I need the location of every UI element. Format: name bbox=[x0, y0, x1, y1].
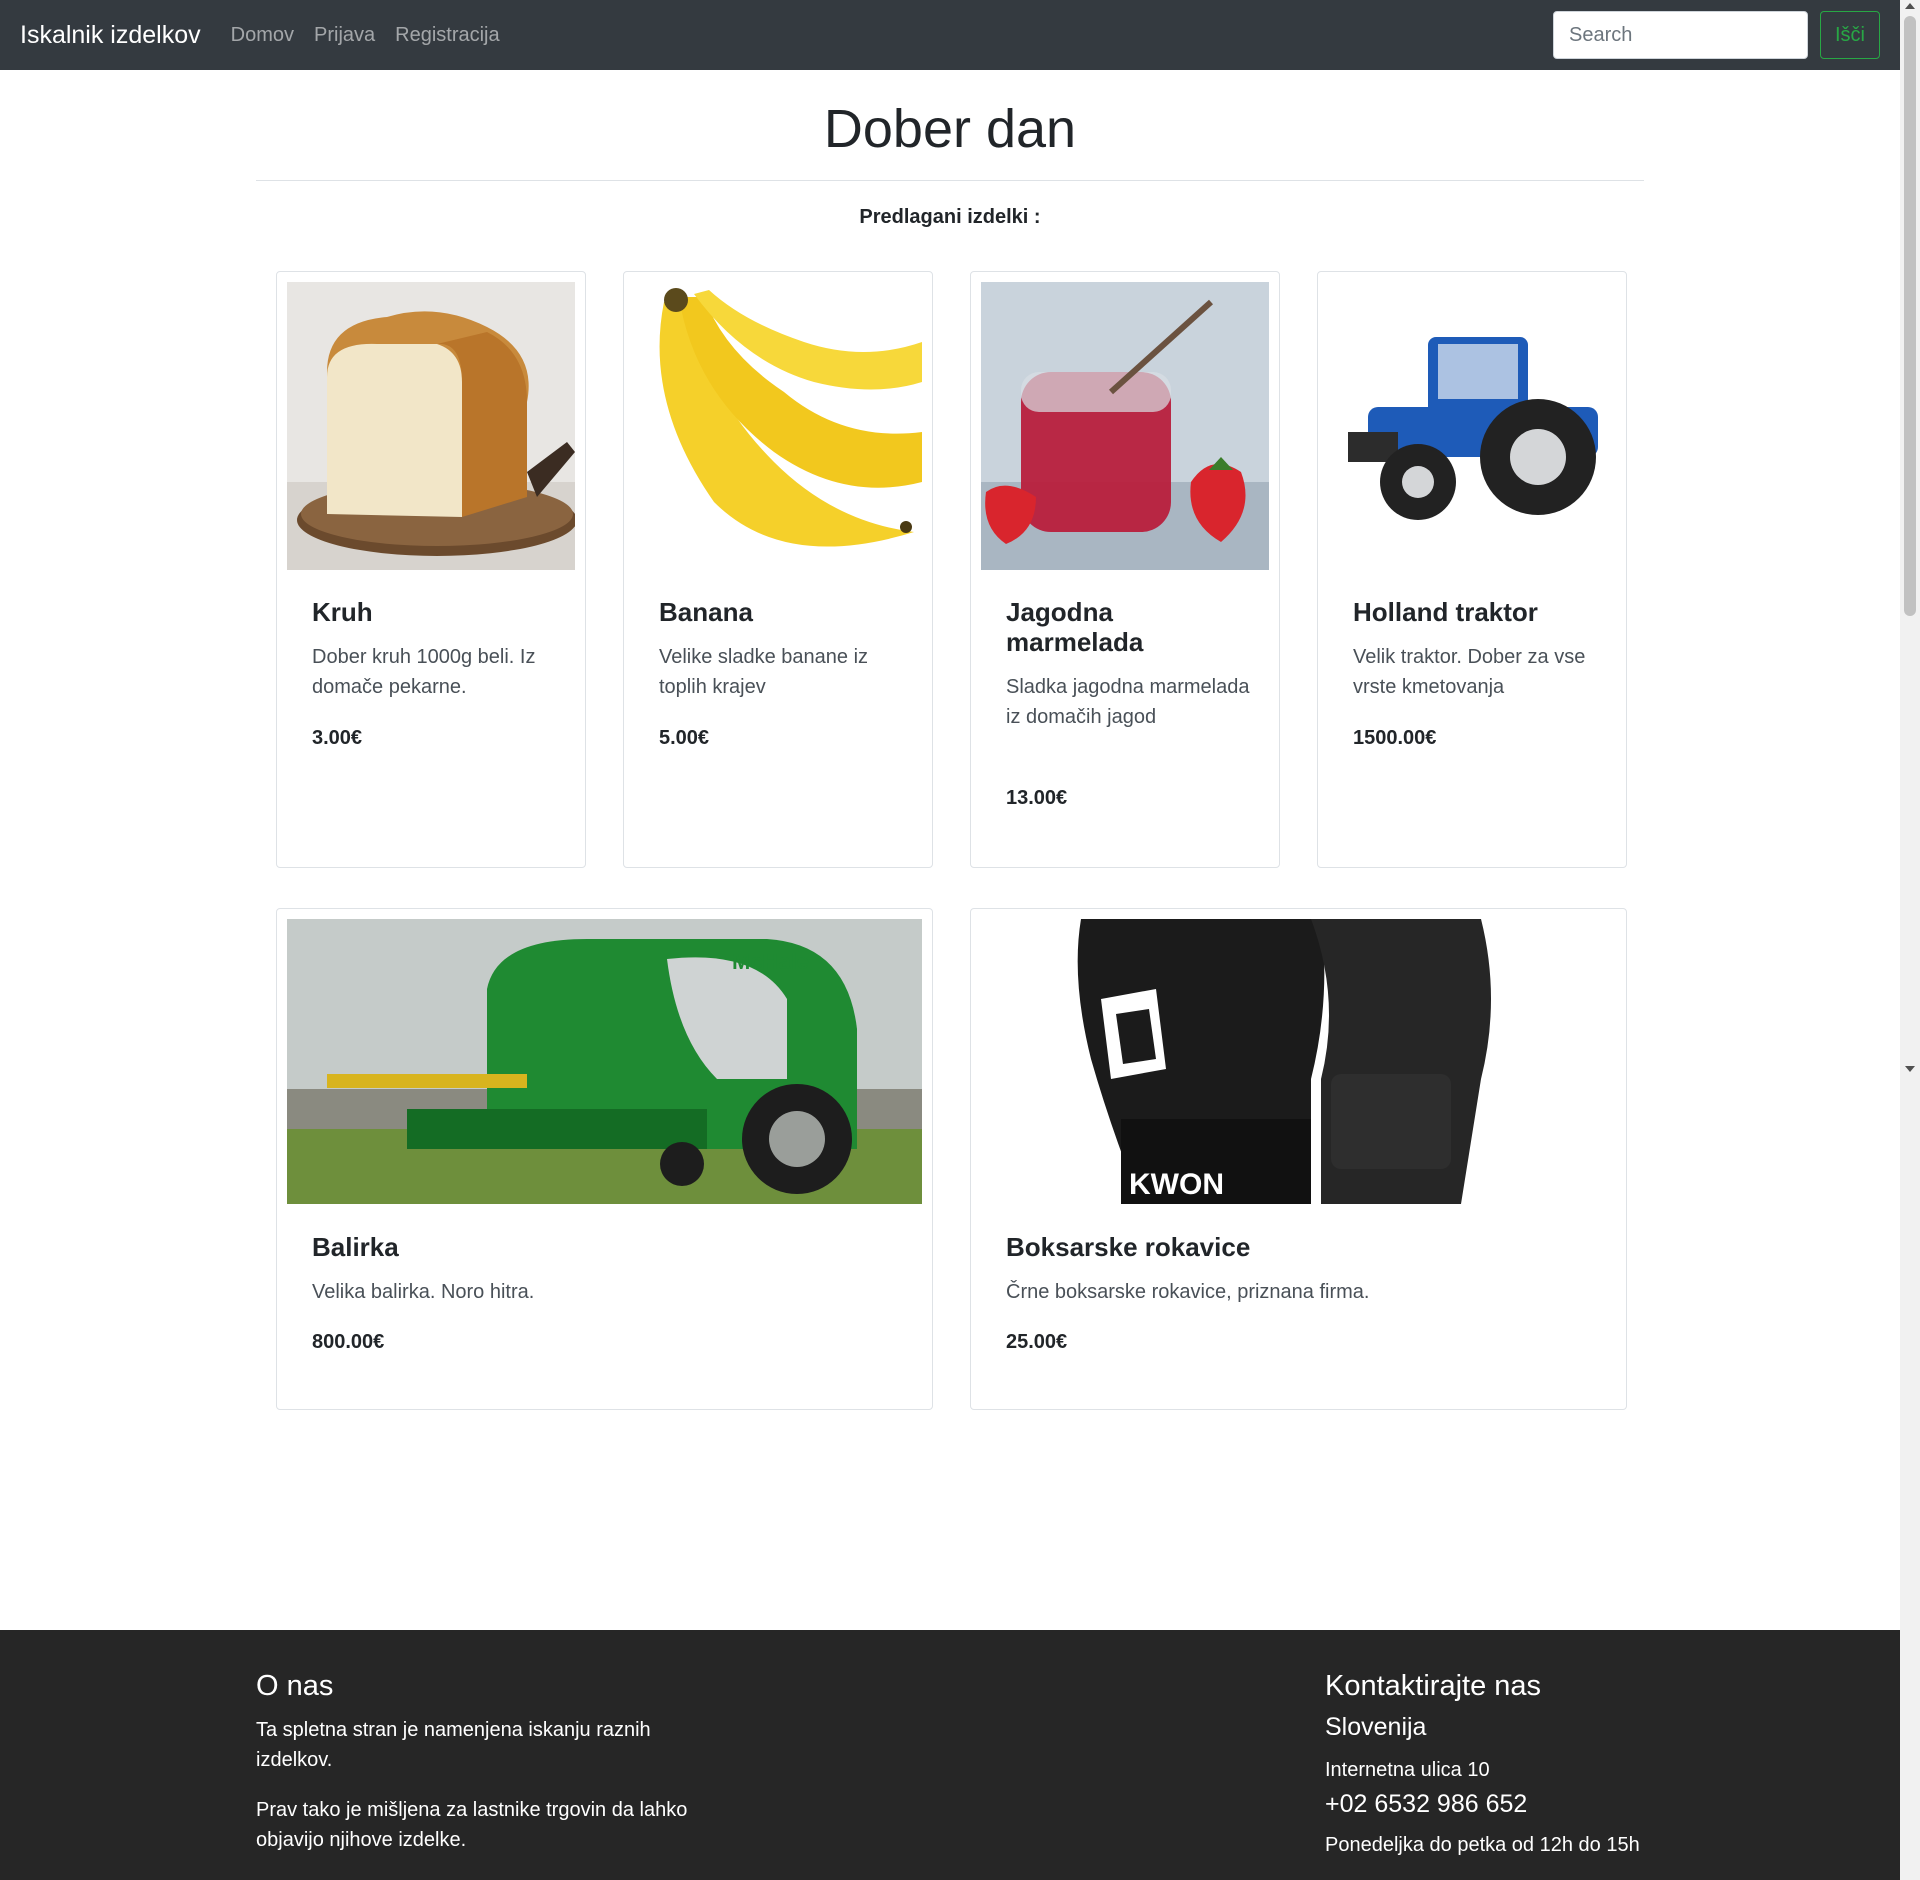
product-name: Holland traktor bbox=[1353, 597, 1538, 627]
scrollbar-thumb[interactable] bbox=[1904, 16, 1916, 616]
contact-address: Internetna ulica 10 bbox=[1325, 1759, 1490, 1781]
product-price: 13.00€ bbox=[1006, 787, 1068, 809]
section-subtitle: Predlagani izdelki : bbox=[859, 206, 1041, 228]
baler-image: McHale bbox=[287, 919, 922, 1204]
contact-country: Slovenija bbox=[1325, 1713, 1427, 1741]
nav-link-domov[interactable]: Domov bbox=[231, 24, 294, 47]
brand-link[interactable]: Iskalnik izdelkov bbox=[20, 21, 201, 50]
product-name: Kruh bbox=[312, 597, 373, 627]
product-description: Črne boksarske rokavice, priznana firma. bbox=[1006, 1281, 1370, 1303]
scroll-down-arrow-icon[interactable] bbox=[1905, 1066, 1915, 1072]
product-card[interactable]: McHale Balirka Velika balirka. Noro hitr… bbox=[276, 908, 933, 1410]
about-title: O nas bbox=[256, 1670, 334, 1702]
nav-link-prijava[interactable]: Prijava bbox=[314, 24, 375, 47]
jam-image bbox=[981, 282, 1269, 570]
product-name: Jagodna marmelada bbox=[1006, 597, 1144, 657]
product-card[interactable]: KWON Boksarske rokavice Črne boksarske r… bbox=[970, 908, 1627, 1410]
product-description: Velike sladke banane iz toplih krajev bbox=[659, 646, 869, 698]
product-price: 3.00€ bbox=[312, 727, 363, 749]
product-price: 25.00€ bbox=[1006, 1331, 1068, 1353]
scroll-up-arrow-icon[interactable] bbox=[1905, 3, 1915, 9]
navbar: Iskalnik izdelkov Domov Prijava Registra… bbox=[0, 0, 1900, 70]
footer: O nas Ta spletna stran je namenjena iska… bbox=[0, 1630, 1900, 1880]
contact-title: Kontaktirajte nas bbox=[1325, 1670, 1542, 1702]
bread-image bbox=[287, 282, 575, 570]
product-price: 1500.00€ bbox=[1353, 727, 1437, 749]
svg-text:McHale: McHale bbox=[732, 949, 809, 974]
divider bbox=[256, 180, 1644, 181]
svg-text:KWON: KWON bbox=[1129, 1168, 1224, 1201]
product-name: Boksarske rokavice bbox=[1006, 1232, 1251, 1262]
page-title: Dober dan bbox=[823, 99, 1077, 159]
product-description: Velika balirka. Noro hitra. bbox=[312, 1281, 535, 1303]
nav-link-registracija[interactable]: Registracija bbox=[395, 24, 499, 47]
product-description: Sladka jagodna marmelada iz domačih jago… bbox=[1006, 676, 1250, 728]
product-price: 800.00€ bbox=[312, 1331, 385, 1353]
product-price: 5.00€ bbox=[659, 727, 710, 749]
scrollbar[interactable] bbox=[1900, 0, 1920, 1880]
about-paragraph-2: Prav tako je mišljena za lastnike trgovi… bbox=[256, 1799, 688, 1851]
product-name: Banana bbox=[659, 597, 753, 627]
boxing-gloves-image: KWON bbox=[981, 919, 1616, 1204]
product-card[interactable]: Holland traktor Velik traktor. Dober za … bbox=[1317, 271, 1627, 868]
search-button[interactable]: Išči bbox=[1820, 11, 1880, 59]
contact-hours: Ponedeljka do petka od 12h do 15h bbox=[1325, 1834, 1640, 1856]
about-paragraph-1: Ta spletna stran je namenjena iskanju ra… bbox=[256, 1719, 651, 1771]
product-description: Dober kruh 1000g beli. Iz domače pekarne… bbox=[312, 646, 536, 698]
product-card[interactable]: Jagodna marmelada Sladka jagodna marmela… bbox=[970, 271, 1280, 868]
search-input[interactable] bbox=[1553, 11, 1808, 59]
contact-phone: +02 6532 986 652 bbox=[1325, 1790, 1528, 1818]
product-card[interactable]: Banana Velike sladke banane iz toplih kr… bbox=[623, 271, 933, 868]
product-name: Balirka bbox=[312, 1232, 399, 1262]
tractor-image bbox=[1328, 282, 1616, 570]
product-card[interactable]: Kruh Dober kruh 1000g beli. Iz domače pe… bbox=[276, 271, 586, 868]
banana-image bbox=[634, 282, 922, 570]
product-description: Velik traktor. Dober za vse vrste kmetov… bbox=[1353, 646, 1586, 698]
